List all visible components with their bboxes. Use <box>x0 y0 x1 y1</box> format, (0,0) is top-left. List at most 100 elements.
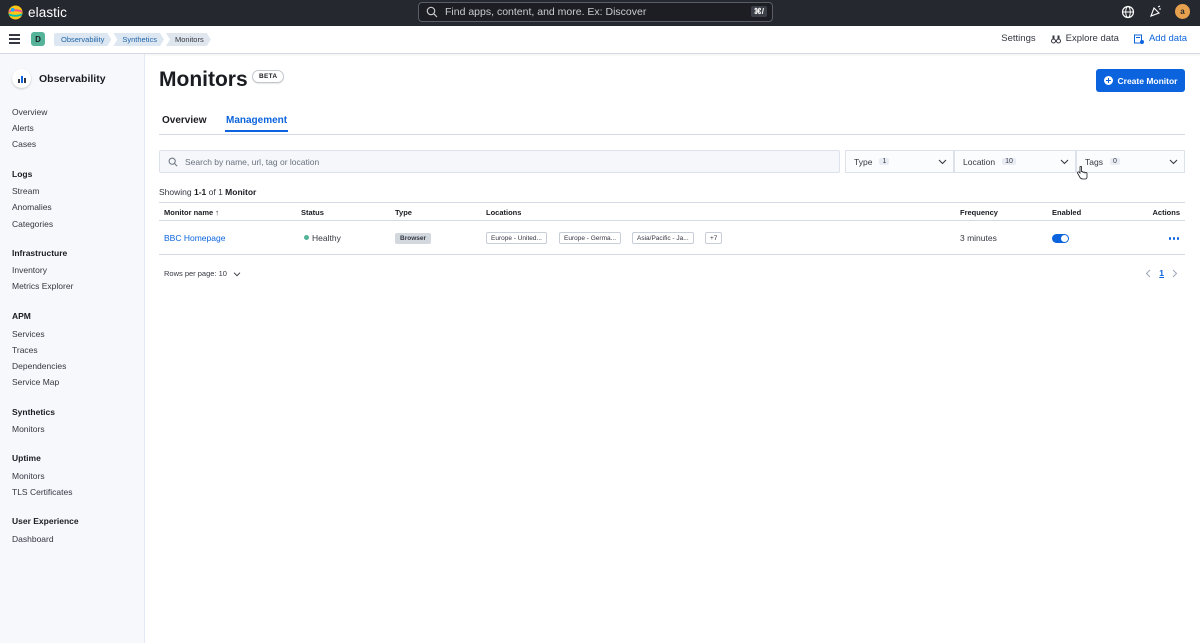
chevron-down-icon <box>938 159 947 165</box>
sort-ascending-icon: ↑ <box>215 208 220 217</box>
breadcrumb: Observability Synthetics Monitors <box>54 33 213 46</box>
explore-data-label: Explore data <box>1065 33 1119 44</box>
sidebar-group-user-experience: User Experience <box>12 516 79 526</box>
user-avatar[interactable]: a <box>1175 4 1190 19</box>
sidebar-group-infrastructure: Infrastructure <box>12 248 68 258</box>
sidebar-item-categories[interactable]: Categories <box>12 219 53 229</box>
sidebar-item-stream[interactable]: Stream <box>12 186 39 196</box>
rows-per-page-selector[interactable]: Rows per page: 10 <box>164 269 241 278</box>
create-monitor-label: Create Monitor <box>1117 75 1178 86</box>
create-monitor-button[interactable]: Create Monitor <box>1096 69 1185 92</box>
type-filter-label: Type <box>854 156 873 167</box>
tags-filter-button[interactable]: Tags 0 <box>1076 150 1185 173</box>
sidebar-item-dashboard[interactable]: Dashboard <box>12 534 54 544</box>
sidebar-item-services[interactable]: Services <box>12 329 45 339</box>
filter-bar: Search by name, url, tag or location Typ… <box>159 150 1185 173</box>
tags-filter-count: 0 <box>1109 158 1120 165</box>
chevron-right-icon[interactable] <box>1172 269 1178 278</box>
binoculars-icon <box>1050 35 1061 43</box>
col-monitor-name-label: Monitor name <box>164 208 214 217</box>
sidebar-item-synthetics-monitors[interactable]: Monitors <box>12 424 45 434</box>
chevron-down-icon <box>1060 159 1069 165</box>
results-summary-prefix: Showing <box>159 187 194 197</box>
type-filter-button[interactable]: Type 1 <box>845 150 954 173</box>
location-badge: Europe - United... <box>486 232 547 244</box>
monitor-name-link[interactable]: BBC Homepage <box>164 233 225 243</box>
breadcrumb-synthetics[interactable]: Synthetics <box>113 33 164 46</box>
elastic-logo-icon <box>8 5 23 20</box>
type-cell: Browser <box>395 232 432 244</box>
col-locations: Locations <box>486 208 522 217</box>
add-data-link[interactable]: Add data <box>1133 33 1187 44</box>
rows-per-page-label: Rows per page: 10 <box>164 269 227 278</box>
search-shortcut-badge: ⌘/ <box>750 6 767 17</box>
page-title: Monitors <box>159 68 248 91</box>
page-tabs: Overview Management <box>159 110 1185 135</box>
healthy-dot-icon <box>304 235 309 240</box>
monitor-search-placeholder: Search by name, url, tag or location <box>185 156 320 167</box>
location-filter-button[interactable]: Location 10 <box>954 150 1076 173</box>
type-filter-count: 1 <box>879 158 890 165</box>
results-summary-middle: of 1 <box>206 187 226 197</box>
sidebar-group-apm: APM <box>12 311 31 321</box>
help-globe-icon[interactable] <box>1121 5 1135 19</box>
sidebar-item-tls-certificates[interactable]: TLS Certificates <box>12 487 72 497</box>
breadcrumb-observability[interactable]: Observability <box>54 33 111 46</box>
tab-management[interactable]: Management <box>224 115 289 132</box>
chevron-down-icon <box>1169 159 1178 165</box>
sidebar-item-service-map[interactable]: Service Map <box>12 377 59 387</box>
main-content: Monitors BETA Create Monitor Overview Ma… <box>145 54 1200 643</box>
sidebar-item-alerts[interactable]: Alerts <box>12 123 34 133</box>
chevron-left-icon[interactable] <box>1145 269 1151 278</box>
hand-cursor-icon <box>1077 166 1088 180</box>
tab-overview[interactable]: Overview <box>162 115 206 126</box>
sidebar-group-synthetics: Synthetics <box>12 407 55 417</box>
status-text: Healthy <box>312 233 341 243</box>
sidebar-item-dependencies[interactable]: Dependencies <box>12 361 66 371</box>
sidebar-item-overview[interactable]: Overview <box>12 107 47 117</box>
col-monitor-name[interactable]: Monitor name ↑ <box>164 208 219 217</box>
explore-data-link[interactable]: Explore data <box>1050 33 1119 44</box>
add-data-label: Add data <box>1148 33 1187 44</box>
observability-icon <box>12 69 31 88</box>
elastic-logo[interactable]: elastic <box>8 5 67 20</box>
more-locations-badge[interactable]: +7 <box>705 232 723 244</box>
location-filter-label: Location <box>963 156 996 167</box>
breadcrumb-bar: D Observability Synthetics Monitors Sett… <box>0 26 1200 54</box>
beta-badge: BETA <box>252 70 285 83</box>
location-badge: Europe - Germa... <box>559 232 622 244</box>
actions-menu-icon[interactable] <box>1168 237 1179 240</box>
settings-label: Settings <box>1001 33 1036 44</box>
pagination: 1 <box>1145 268 1178 278</box>
frequency-cell: 3 minutes <box>960 233 997 243</box>
enabled-toggle[interactable] <box>1052 234 1069 243</box>
space-avatar[interactable]: D <box>31 32 45 46</box>
tags-filter-label: Tags <box>1085 156 1103 167</box>
menu-toggle-icon[interactable] <box>9 34 20 44</box>
sidebar-item-traces[interactable]: Traces <box>12 345 38 355</box>
sidebar-item-metrics-explorer[interactable]: Metrics Explorer <box>12 281 73 291</box>
side-nav-title: Observability <box>39 72 106 85</box>
sidebar-item-inventory[interactable]: Inventory <box>12 265 47 275</box>
col-status: Status <box>301 208 324 217</box>
side-nav-header: Observability <box>12 69 106 88</box>
page-number-button[interactable]: 1 <box>1159 268 1164 278</box>
table-row: BBC Homepage Healthy Browser Europe - Un… <box>159 221 1185 255</box>
sidebar-item-uptime-monitors[interactable]: Monitors <box>12 471 45 481</box>
global-search-input[interactable]: Find apps, content, and more. Ex: Discov… <box>418 2 773 22</box>
global-header: elastic Find apps, content, and more. Ex… <box>0 0 1200 26</box>
col-type: Type <box>395 208 412 217</box>
global-search-placeholder: Find apps, content, and more. Ex: Discov… <box>445 6 647 18</box>
results-noun: Monitor <box>225 187 257 197</box>
monitor-search-input[interactable]: Search by name, url, tag or location <box>159 150 840 173</box>
newsfeed-icon[interactable] <box>1148 5 1162 19</box>
results-summary: Showing 1-1 of 1 Monitor <box>159 187 256 197</box>
sidebar-group-logs: Logs <box>12 169 33 179</box>
type-badge: Browser <box>395 233 432 244</box>
sidebar-item-cases[interactable]: Cases <box>12 139 36 149</box>
monitors-table: Monitor name ↑ Status Type Locations Fre… <box>159 202 1185 255</box>
logo-text: elastic <box>28 5 67 20</box>
settings-link[interactable]: Settings <box>1001 33 1035 44</box>
table-header: Monitor name ↑ Status Type Locations Fre… <box>159 202 1185 221</box>
sidebar-item-anomalies[interactable]: Anomalies <box>12 202 52 212</box>
